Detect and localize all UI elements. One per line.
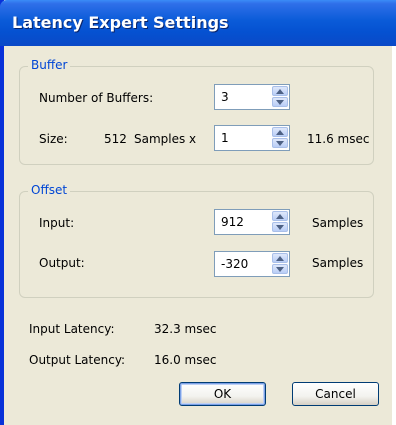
number-of-buffers-value[interactable]: 3 — [221, 90, 229, 104]
buffer-multiplier-value[interactable]: 1 — [221, 131, 229, 145]
output-latency-label: Output Latency: — [29, 353, 126, 367]
spin-up-icon[interactable] — [272, 86, 288, 96]
input-offset-unit: Samples — [312, 216, 364, 230]
output-offset-spinner[interactable]: -320 — [214, 251, 290, 277]
buffer-group-legend: Buffer — [28, 58, 71, 72]
title-bar[interactable]: Latency Expert Settings — [0, 0, 396, 46]
latency-settings-dialog: Latency Expert Settings Buffer Number of… — [0, 0, 396, 425]
size-label: Size: — [39, 132, 68, 146]
size-samples-value: 512 — [104, 132, 127, 146]
window-title: Latency Expert Settings — [12, 13, 229, 32]
input-latency-label: Input Latency: — [29, 322, 115, 336]
spin-up-icon[interactable] — [272, 253, 288, 263]
buffer-group: Buffer — [19, 58, 374, 165]
output-latency-value: 16.0 msec — [154, 353, 217, 367]
output-offset-unit: Samples — [312, 256, 364, 270]
spin-down-icon[interactable] — [272, 222, 288, 232]
output-offset-label: Output: — [39, 256, 85, 270]
offset-group: Offset — [19, 183, 374, 298]
cancel-button[interactable]: Cancel — [292, 382, 379, 406]
input-offset-spinner[interactable]: 912 — [214, 209, 290, 235]
spin-down-icon[interactable] — [272, 138, 288, 148]
input-offset-value[interactable]: 912 — [221, 215, 244, 229]
number-of-buffers-label: Number of Buffers: — [39, 91, 154, 105]
offset-group-legend: Offset — [28, 183, 71, 197]
ok-button[interactable]: OK — [179, 382, 266, 406]
input-latency-value: 32.3 msec — [154, 322, 217, 336]
output-offset-value[interactable]: -320 — [221, 257, 248, 271]
buffer-duration-value: 11.6 msec — [307, 132, 370, 146]
spin-down-icon[interactable] — [272, 264, 288, 274]
input-offset-label: Input: — [39, 216, 75, 230]
spin-up-icon[interactable] — [272, 127, 288, 137]
spin-down-icon[interactable] — [272, 97, 288, 107]
spin-up-icon[interactable] — [272, 211, 288, 221]
samples-x-label: Samples x — [134, 132, 197, 146]
buffer-multiplier-spinner[interactable]: 1 — [214, 125, 290, 151]
number-of-buffers-spinner[interactable]: 3 — [214, 84, 290, 110]
